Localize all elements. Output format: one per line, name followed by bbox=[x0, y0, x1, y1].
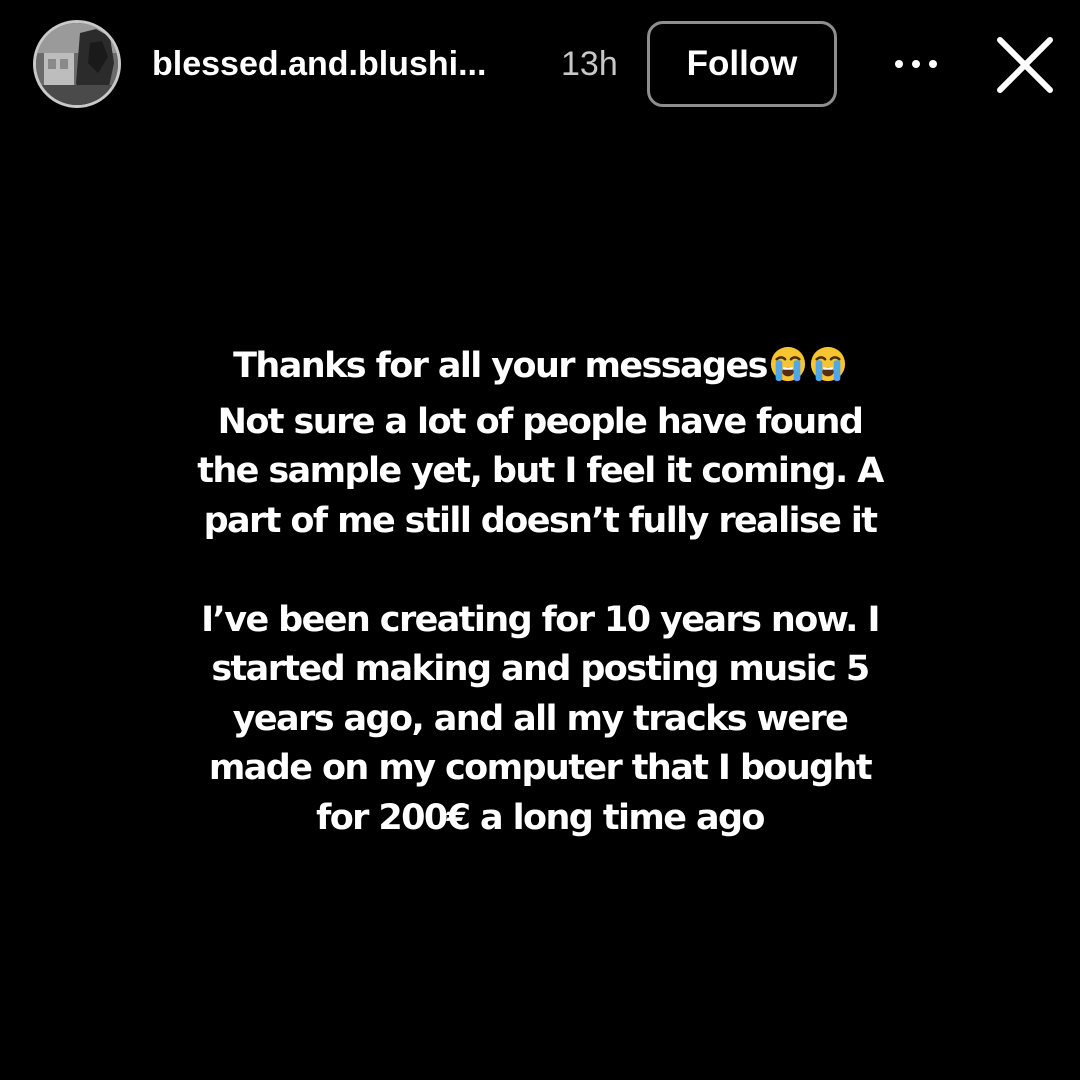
message-line: started making and posting music 5 bbox=[211, 649, 870, 689]
close-button[interactable] bbox=[990, 30, 1060, 100]
close-icon bbox=[997, 37, 1053, 93]
timestamp: 13h bbox=[561, 45, 618, 83]
message-line-text: Thanks for all your messages bbox=[233, 346, 768, 386]
avatar-image bbox=[36, 23, 118, 105]
message-line: part of me still doesn’t fully realise i… bbox=[203, 500, 878, 541]
more-options-button[interactable] bbox=[886, 44, 946, 84]
message-paragraph: I’ve been creating for 10 years now. I s… bbox=[90, 596, 990, 844]
message-line: years ago, and all my tracks were bbox=[232, 698, 849, 739]
story-header: blessed.and.blushi... 13h Follow bbox=[0, 0, 1080, 130]
avatar[interactable] bbox=[33, 20, 121, 108]
message-line: the sample yet, but I feel it coming. A bbox=[197, 451, 884, 491]
message-paragraph: Thanks for all your messages Not sure a … bbox=[90, 342, 990, 546]
message-line: I’ve been creating for 10 years now. I bbox=[201, 599, 880, 640]
more-horizontal-icon bbox=[895, 60, 937, 68]
story-text: Thanks for all your messages Not sure a … bbox=[90, 342, 990, 843]
username[interactable]: blessed.and.blushi... bbox=[152, 43, 486, 85]
loudly-crying-face-icon bbox=[769, 345, 807, 398]
loudly-crying-face-icon bbox=[809, 345, 847, 398]
message-line: made on my computer that I bought bbox=[208, 748, 873, 788]
message-line: Thanks for all your messages bbox=[90, 342, 990, 398]
follow-button[interactable]: Follow bbox=[647, 21, 837, 107]
message-line: Not sure a lot of people have found bbox=[217, 401, 864, 442]
follow-button-label: Follow bbox=[686, 44, 798, 83]
message-line: for 200€ a long time ago bbox=[316, 797, 765, 838]
story-viewer: blessed.and.blushi... 13h Follow Thanks … bbox=[0, 0, 1080, 1080]
